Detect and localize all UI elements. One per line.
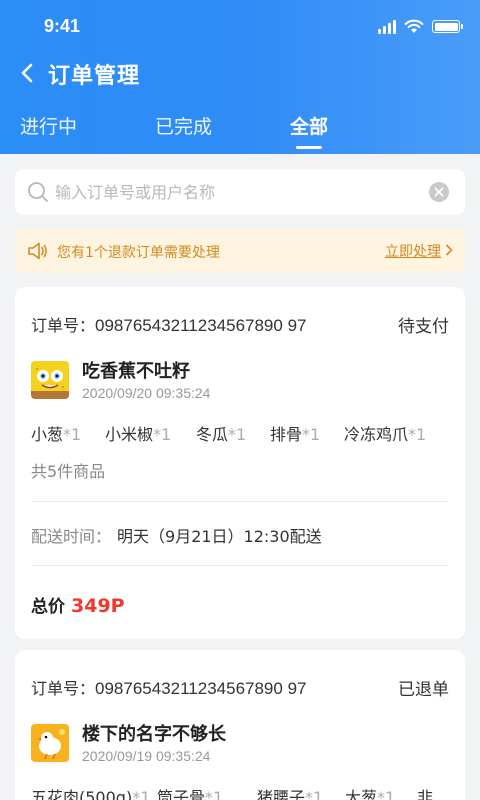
refund-notice: 您有1个退款订单需要处理 立即处理 xyxy=(15,229,465,273)
order-card[interactable]: 订单号：09876543211234567890 97 待支付 吃香蕉不吐籽 2… xyxy=(15,287,465,639)
handle-now-label: 立即处理 xyxy=(385,244,441,260)
delivery-label: 配送时间： xyxy=(31,527,112,546)
order-number: 订单号：09876543211234567890 97 xyxy=(31,675,306,699)
order-item: 小米椒*1 xyxy=(105,425,172,444)
order-total: 总价 349P xyxy=(31,592,125,617)
order-item: 排骨*1 xyxy=(270,425,321,444)
search-icon xyxy=(28,182,48,202)
order-item: 大葱*1 xyxy=(345,788,396,800)
order-time: 2020/09/20 09:35:24 xyxy=(82,385,211,401)
active-tab-indicator xyxy=(296,146,322,149)
shop-name: 楼下的名字不够长 xyxy=(82,724,226,745)
signal-icon xyxy=(378,19,396,34)
total-label: 总价 xyxy=(31,597,65,617)
order-number-label: 订单号： xyxy=(31,316,96,335)
status-icons xyxy=(378,19,463,34)
order-item: 非... xyxy=(417,788,449,800)
tab-bar: 进行中 已完成 全部 xyxy=(0,112,480,154)
order-status: 待支付 xyxy=(398,317,449,337)
app-header: 9:41 订单管理 进行中 已完成 全部 xyxy=(0,0,480,154)
shop-avatar xyxy=(31,724,69,762)
megaphone-icon xyxy=(28,242,47,260)
back-chevron-icon[interactable] xyxy=(16,60,40,86)
shop-avatar xyxy=(31,361,69,399)
order-number-value: 09876543211234567890 97 xyxy=(95,316,307,335)
notice-text: 您有1个退款订单需要处理 xyxy=(57,245,220,261)
status-time: 9:41 xyxy=(44,16,81,36)
order-time: 2020/09/19 09:35:24 xyxy=(82,748,211,764)
battery-icon xyxy=(432,20,463,33)
delivery-time: 配送时间： 明天（9月21日）12:30配送 xyxy=(31,523,322,547)
order-number: 订单号：09876543211234567890 97 xyxy=(31,312,306,336)
wifi-icon xyxy=(404,19,424,33)
order-item: 筒子骨*1 xyxy=(157,788,224,800)
shop-name: 吃香蕉不吐籽 xyxy=(82,361,190,382)
item-count: 共5件商品 xyxy=(31,462,106,481)
divider xyxy=(31,501,449,502)
divider xyxy=(31,565,449,566)
tab-in-progress[interactable]: 进行中 xyxy=(20,112,77,139)
order-items: 小葱*1 小米椒*1 冬瓜*1 排骨*1 冷冻鸡爪*1 xyxy=(31,421,461,445)
order-item: 猪腰子*1 xyxy=(257,788,324,800)
order-item: 冬瓜*1 xyxy=(196,425,247,444)
delivery-value: 明天（9月21日）12:30配送 xyxy=(117,527,322,546)
tab-completed[interactable]: 已完成 xyxy=(155,112,212,139)
order-item: 小葱*1 xyxy=(31,425,82,444)
tab-all[interactable]: 全部 xyxy=(290,112,328,139)
total-price: 349P xyxy=(71,595,125,617)
chevron-right-icon xyxy=(446,244,453,256)
order-number-value: 09876543211234567890 97 xyxy=(95,679,307,698)
order-items: 五花肉(500g)*1 筒子骨*1 猪腰子*1 大葱*1 非... xyxy=(31,784,461,800)
search-input[interactable] xyxy=(55,169,425,215)
order-status: 已退单 xyxy=(398,680,449,700)
order-number-label: 订单号： xyxy=(31,679,96,698)
order-card[interactable]: 订单号：09876543211234567890 97 已退单 楼下的名字不够长… xyxy=(15,650,465,800)
clear-icon[interactable] xyxy=(429,182,449,202)
order-item: 冷冻鸡爪*1 xyxy=(344,425,427,444)
order-item: 五花肉(500g)*1 xyxy=(31,788,151,800)
page-title: 订单管理 xyxy=(48,64,141,89)
search-bar xyxy=(15,169,465,215)
handle-now-link[interactable]: 立即处理 xyxy=(385,241,453,261)
